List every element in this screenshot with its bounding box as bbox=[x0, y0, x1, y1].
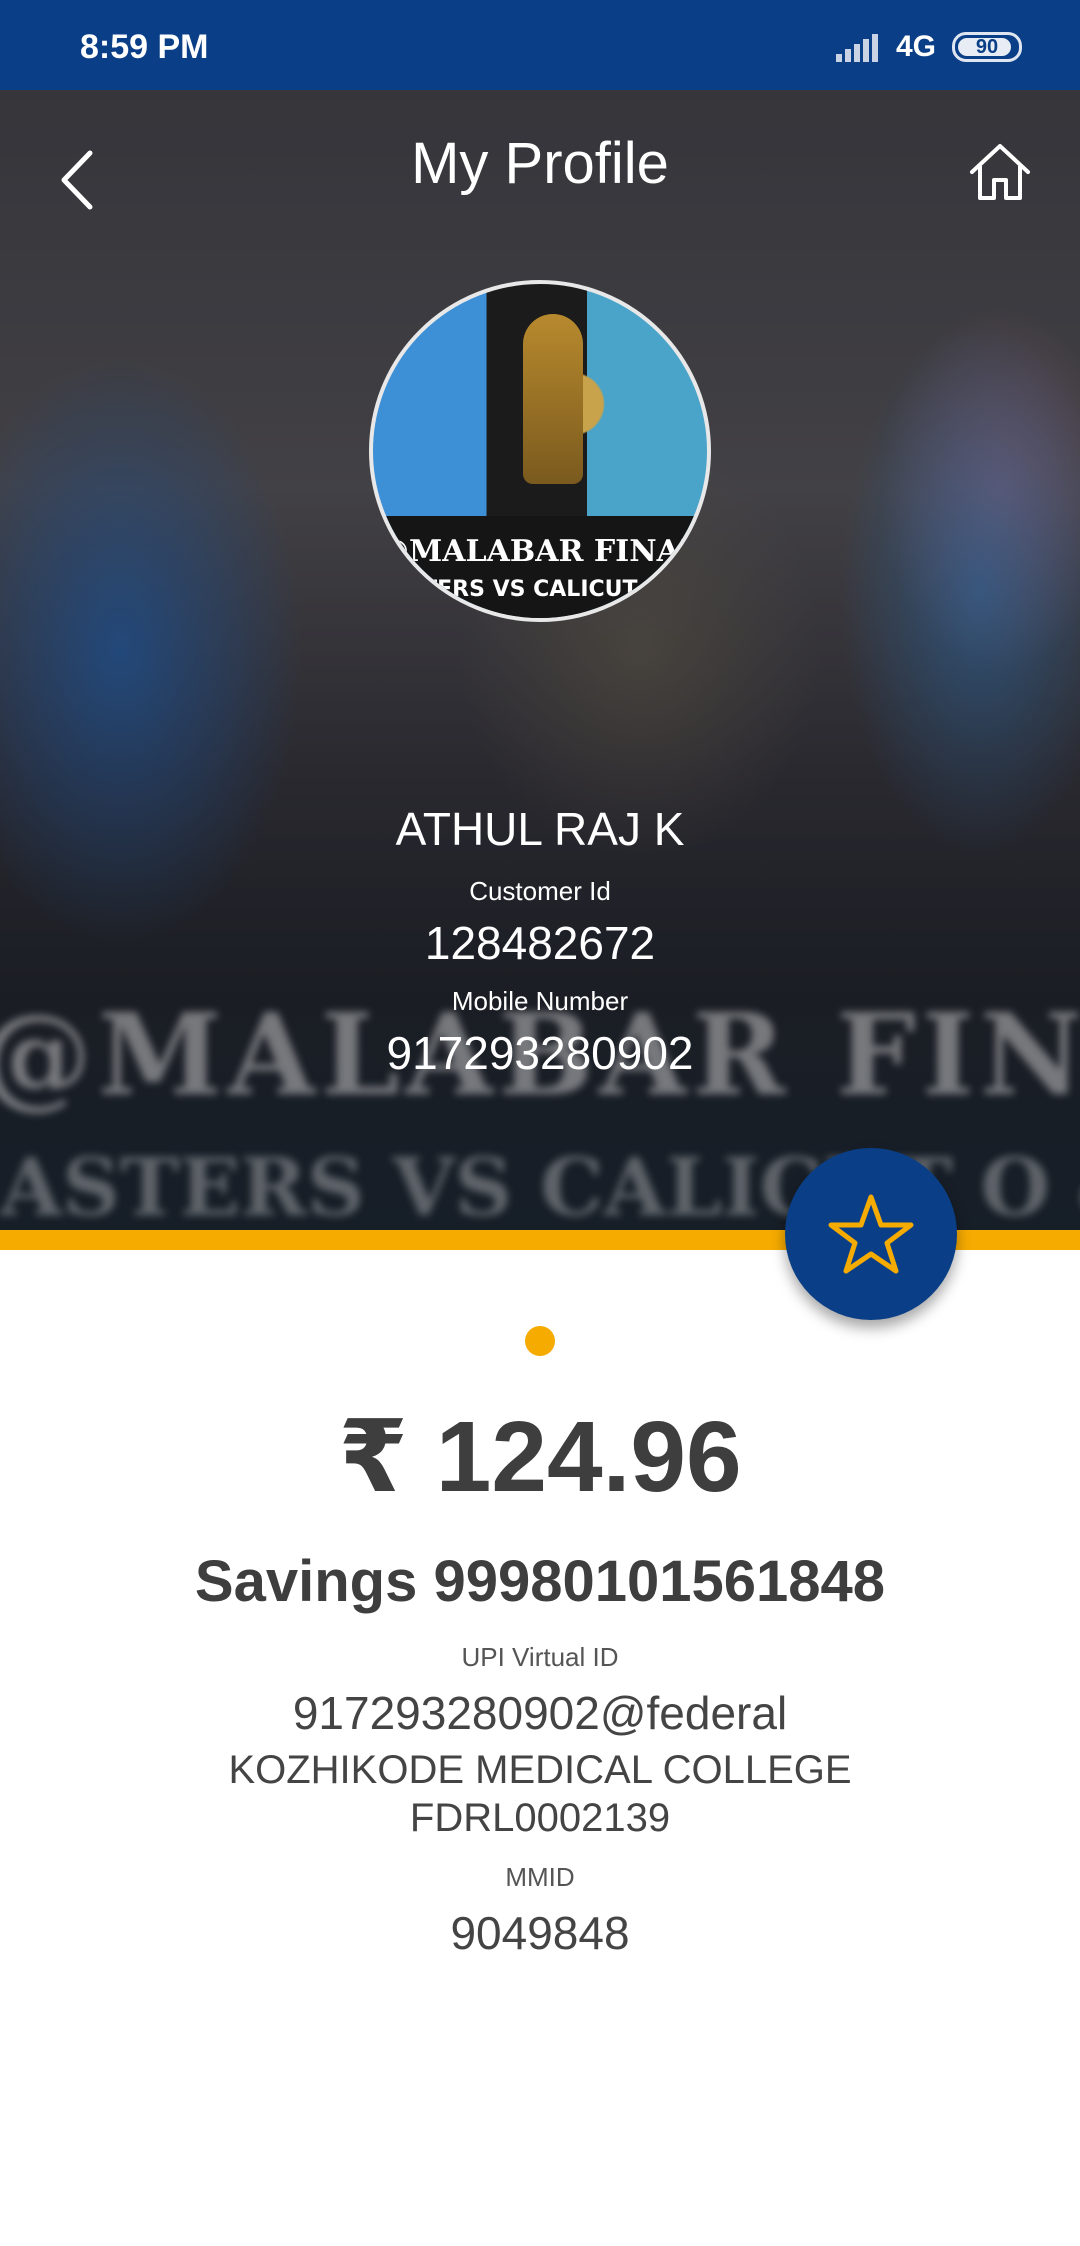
status-time: 8:59 PM bbox=[80, 28, 209, 66]
profile-header-background: @MALABAR FINAL ASTERS VS CALICUT O & M M… bbox=[0, 90, 1080, 1230]
customer-id-value: 128482672 bbox=[424, 917, 656, 969]
status-icons: 4G 90 bbox=[835, 30, 1022, 64]
home-icon bbox=[970, 144, 1030, 200]
avatar-banner-line1: @MALABAR FINAL bbox=[379, 534, 701, 569]
signal-icon bbox=[835, 32, 880, 62]
home-button[interactable] bbox=[960, 132, 1040, 212]
avatar-banner-line2: ASTERS VS CALICUT O & bbox=[389, 577, 691, 602]
customer-id-label: Customer Id bbox=[469, 876, 611, 906]
account-balance: ₹ 124.96 bbox=[338, 1401, 742, 1513]
mobile-number-label: Mobile Number bbox=[451, 986, 629, 1016]
battery-icon: 90 bbox=[952, 32, 1022, 62]
avatar-banner: @MALABAR FINAL ASTERS VS CALICUT O & bbox=[373, 516, 707, 618]
ifsc-code: FDRL0002139 bbox=[409, 1796, 671, 1840]
page-title: My Profile bbox=[411, 131, 669, 196]
account-type-number: Savings 99980101561848 bbox=[194, 1549, 886, 1614]
status-bar: 8:59 PM 4G 90 bbox=[0, 0, 1080, 90]
favorite-button[interactable] bbox=[785, 1148, 957, 1320]
mobile-number-value: 917293280902 bbox=[386, 1027, 694, 1079]
avatar[interactable]: @MALABAR FINAL ASTERS VS CALICUT O & bbox=[369, 280, 711, 622]
page-indicator-dot bbox=[525, 1326, 555, 1356]
mmid-label: MMID bbox=[505, 1862, 575, 1892]
branch-name: KOZHIKODE MEDICAL COLLEGE bbox=[228, 1748, 852, 1792]
upi-id-label: UPI Virtual ID bbox=[461, 1642, 619, 1672]
network-type: 4G bbox=[895, 30, 936, 63]
star-icon bbox=[828, 1194, 914, 1274]
battery-level: 90 bbox=[975, 35, 999, 58]
avatar-trophy-shape bbox=[523, 314, 583, 484]
upi-id-value: 917293280902@federal bbox=[292, 1687, 788, 1739]
user-name: ATHUL RAJ K bbox=[395, 803, 685, 855]
mmid-value: 9049848 bbox=[450, 1907, 630, 1959]
